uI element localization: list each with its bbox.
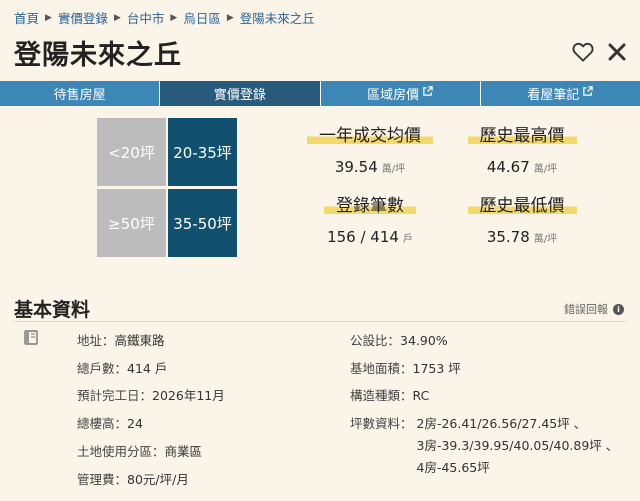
tab-bar: 待售房屋 實價登錄 區域房價 看屋筆記: [0, 81, 640, 106]
breadcrumb-city[interactable]: 台中市: [127, 8, 165, 27]
tab-actual-price[interactable]: 實價登錄: [160, 81, 321, 106]
size-filter-grid: <20坪 20-35坪 ≥50坪 35-50坪: [97, 118, 237, 258]
title-actions: [572, 42, 626, 62]
book-icon: [24, 330, 38, 349]
unit-size-item: 4房-45.65坪: [416, 460, 490, 475]
info-total-floors: 總樓高：24: [77, 416, 143, 431]
chevron-right-icon: ▶: [113, 12, 121, 23]
stat-value: 39.54 萬/坪: [334, 158, 406, 176]
stat-value: 35.78 萬/坪: [486, 228, 558, 246]
unit-size-item: 3房-39.3/39.95/40.05/40.89坪 、: [416, 438, 619, 453]
tab-viewing-notes[interactable]: 看屋筆記: [481, 81, 640, 106]
stat-label: 歷史最高價: [467, 121, 577, 146]
info-completion-date: 預計完工日：2026年11月: [77, 388, 225, 403]
breadcrumb-actual-price[interactable]: 實價登錄: [58, 8, 108, 27]
stat-label: 登錄筆數: [324, 191, 416, 216]
page-title: 登陽未來之丘: [14, 39, 182, 71]
heart-outline-icon[interactable]: [572, 42, 594, 62]
breadcrumb-current[interactable]: 登陽未來之丘: [240, 8, 315, 27]
stat-highest-price: 歷史最高價 44.67 萬/坪: [457, 121, 587, 176]
info-land-zoning: 土地使用分區：商業區: [77, 444, 203, 459]
info-site-area: 基地面積：1753 坪: [350, 361, 461, 376]
chevron-right-icon: ▶: [226, 12, 234, 23]
stat-record-count: 登錄筆數 156 / 414 戶: [305, 191, 435, 246]
breadcrumb-district[interactable]: 烏日區: [183, 8, 221, 27]
stat-label: 歷史最低價: [467, 191, 577, 216]
info-structure-type: 構造種類：RC: [350, 388, 430, 403]
info-management-fee: 管理費：80元/坪/月: [77, 472, 189, 487]
title-row: 登陽未來之丘: [14, 32, 626, 72]
external-link-icon: [582, 86, 594, 101]
size-filter-20-35[interactable]: 20-35坪: [168, 118, 237, 186]
tab-area-price[interactable]: 區域房價: [321, 81, 481, 106]
unit-size-item: 2房-26.41/26.56/27.45坪 、: [416, 416, 587, 431]
size-filter-35-50[interactable]: 35-50坪: [168, 189, 237, 257]
info-unit-sizes: 坪數資料： 2房-26.41/26.56/27.45坪 、 3房-39.3/39…: [350, 413, 618, 476]
tab-for-sale[interactable]: 待售房屋: [0, 81, 161, 106]
unit-size-list: 2房-26.41/26.56/27.45坪 、 3房-39.3/39.95/40…: [417, 413, 619, 476]
chevron-right-icon: ▶: [45, 12, 52, 23]
size-filter-over-50[interactable]: ≥50坪: [97, 189, 166, 257]
external-link-icon: [422, 86, 433, 101]
size-filter-under-20[interactable]: <20坪: [97, 118, 166, 186]
stat-value: 156 / 414 戶: [327, 228, 413, 246]
info-address: 地址：高鐵東路: [77, 333, 165, 348]
section-title-basic-info: 基本資料: [14, 299, 91, 321]
info-public-ratio: 公設比：34.90%: [350, 333, 448, 348]
breadcrumb-home[interactable]: 首頁: [14, 8, 39, 27]
error-report-link[interactable]: 錯誤回報 i: [564, 301, 624, 317]
info-icon: i: [613, 303, 624, 315]
breadcrumb: 首頁 ▶ 實價登錄 ▶ 台中市 ▶ 烏日區 ▶ 登陽未來之丘: [14, 8, 315, 27]
stat-label: 一年成交均價: [307, 121, 433, 146]
close-icon[interactable]: [608, 43, 626, 61]
stat-annual-avg-price: 一年成交均價 39.54 萬/坪: [305, 121, 435, 176]
chevron-right-icon: ▶: [170, 12, 178, 23]
info-total-units: 總戶數：414 戶: [77, 361, 168, 376]
stat-lowest-price: 歷史最低價 35.78 萬/坪: [457, 191, 587, 246]
stat-value: 44.67 萬/坪: [486, 158, 558, 176]
divider: [14, 321, 626, 322]
